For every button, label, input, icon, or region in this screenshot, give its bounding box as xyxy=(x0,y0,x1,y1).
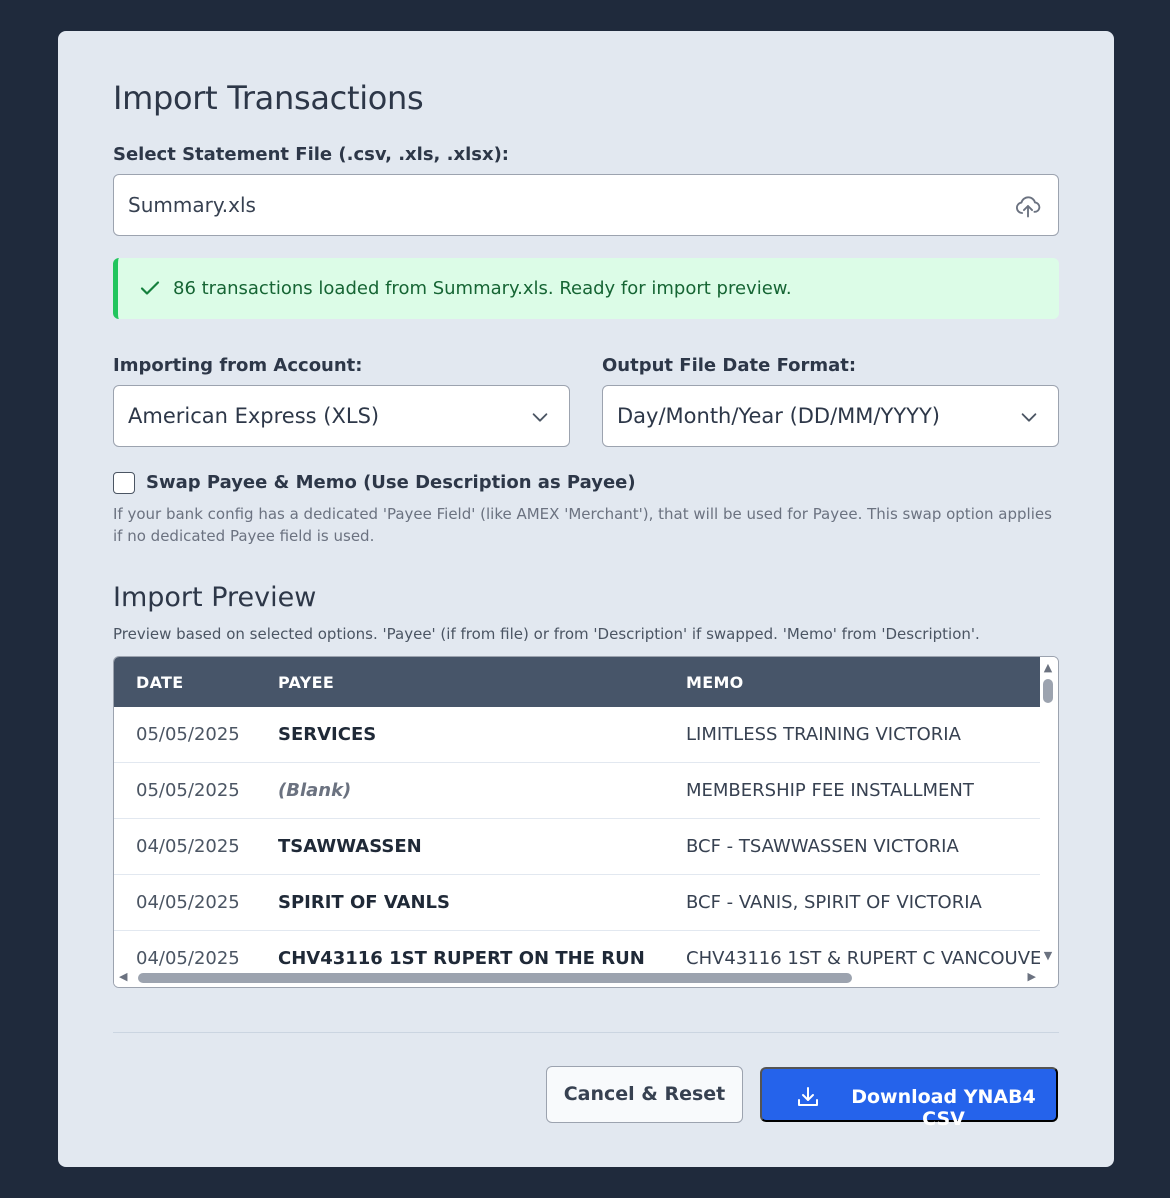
scroll-right-arrow-icon[interactable]: ▶ xyxy=(1028,970,1036,983)
download-button-label: Download YNAB4 CSV xyxy=(851,1086,1036,1130)
cell-date: 04/05/2025 xyxy=(136,948,240,969)
table-header: DATE PAYEE MEMO xyxy=(114,657,1040,707)
table-row: 05/05/2025 (Blank) MEMBERSHIP FEE INSTAL… xyxy=(114,763,1040,819)
preview-subtitle: Preview based on selected options. 'Paye… xyxy=(113,625,980,643)
cancel-reset-button[interactable]: Cancel & Reset xyxy=(546,1066,743,1123)
footer-divider xyxy=(113,1032,1059,1033)
cell-date: 05/05/2025 xyxy=(136,724,240,745)
swap-checkbox[interactable] xyxy=(113,472,135,494)
cell-date: 05/05/2025 xyxy=(136,780,240,801)
cell-date: 04/05/2025 xyxy=(136,892,240,913)
scroll-left-arrow-icon[interactable]: ◀ xyxy=(119,970,127,983)
account-select[interactable]: American Express (XLS) xyxy=(113,385,570,447)
table-row: 04/05/2025 TSAWWASSEN BCF - TSAWWASSEN V… xyxy=(114,819,1040,875)
chevron-down-icon xyxy=(1021,413,1037,422)
preview-table[interactable]: DATE PAYEE MEMO 05/05/2025 SERVICES LIMI… xyxy=(113,656,1059,988)
vertical-scrollbar[interactable]: ▲ ▼ xyxy=(1040,657,1058,969)
horizontal-scrollbar[interactable]: ◀ ▶ xyxy=(114,967,1058,987)
file-label: Select Statement File (.csv, .xls, .xlsx… xyxy=(113,144,509,165)
cell-payee: TSAWWASSEN xyxy=(278,836,422,857)
file-input[interactable]: Summary.xls xyxy=(113,174,1059,236)
import-card: Import Transactions Select Statement Fil… xyxy=(58,31,1114,1167)
column-header-payee: PAYEE xyxy=(278,673,335,692)
swap-checkbox-label[interactable]: Swap Payee & Memo (Use Description as Pa… xyxy=(146,472,636,493)
preview-title: Import Preview xyxy=(113,582,317,613)
page-title: Import Transactions xyxy=(113,79,424,117)
file-input-value: Summary.xls xyxy=(128,193,256,217)
cell-memo: CHV43116 1ST & RUPERT C VANCOUVER xyxy=(686,948,1054,969)
table-row: 04/05/2025 SPIRIT OF VANLS BCF - VANIS, … xyxy=(114,875,1040,931)
column-header-memo: MEMO xyxy=(686,673,744,692)
cell-date: 04/05/2025 xyxy=(136,836,240,857)
download-csv-button[interactable]: Download YNAB4 CSV xyxy=(760,1067,1058,1130)
table-row: 05/05/2025 SERVICES LIMITLESS TRAINING V… xyxy=(114,707,1040,763)
success-alert: 86 transactions loaded from Summary.xls.… xyxy=(113,258,1059,319)
cell-memo: MEMBERSHIP FEE INSTALLMENT xyxy=(686,780,974,801)
scroll-down-arrow-icon[interactable]: ▼ xyxy=(1041,949,1055,963)
account-select-value: American Express (XLS) xyxy=(128,404,380,428)
cell-payee: (Blank) xyxy=(278,780,352,801)
check-icon xyxy=(140,281,160,295)
date-format-select-value: Day/Month/Year (DD/MM/YYYY) xyxy=(617,404,940,428)
cell-memo: BCF - VANIS, SPIRIT OF VICTORIA xyxy=(686,892,982,913)
cell-payee: CHV43116 1ST RUPERT ON THE RUN xyxy=(278,948,645,969)
date-format-select[interactable]: Day/Month/Year (DD/MM/YYYY) xyxy=(602,385,1059,447)
column-header-date: DATE xyxy=(136,673,184,692)
date-format-label: Output File Date Format: xyxy=(602,355,857,376)
cell-payee: SPIRIT OF VANLS xyxy=(278,892,450,913)
cell-memo: BCF - TSAWWASSEN VICTORIA xyxy=(686,836,959,857)
horizontal-scroll-thumb[interactable] xyxy=(138,973,852,983)
swap-help-text: If your bank config has a dedicated 'Pay… xyxy=(113,505,1052,545)
vertical-scroll-thumb[interactable] xyxy=(1043,679,1053,703)
alert-message: 86 transactions loaded from Summary.xls.… xyxy=(173,278,792,299)
cloud-upload-icon[interactable] xyxy=(1014,192,1042,220)
chevron-down-icon xyxy=(532,413,548,422)
account-label: Importing from Account: xyxy=(113,355,363,376)
download-icon xyxy=(798,1087,818,1106)
scroll-up-arrow-icon[interactable]: ▲ xyxy=(1041,661,1055,675)
cell-payee: SERVICES xyxy=(278,724,377,745)
cell-memo: LIMITLESS TRAINING VICTORIA xyxy=(686,724,961,745)
